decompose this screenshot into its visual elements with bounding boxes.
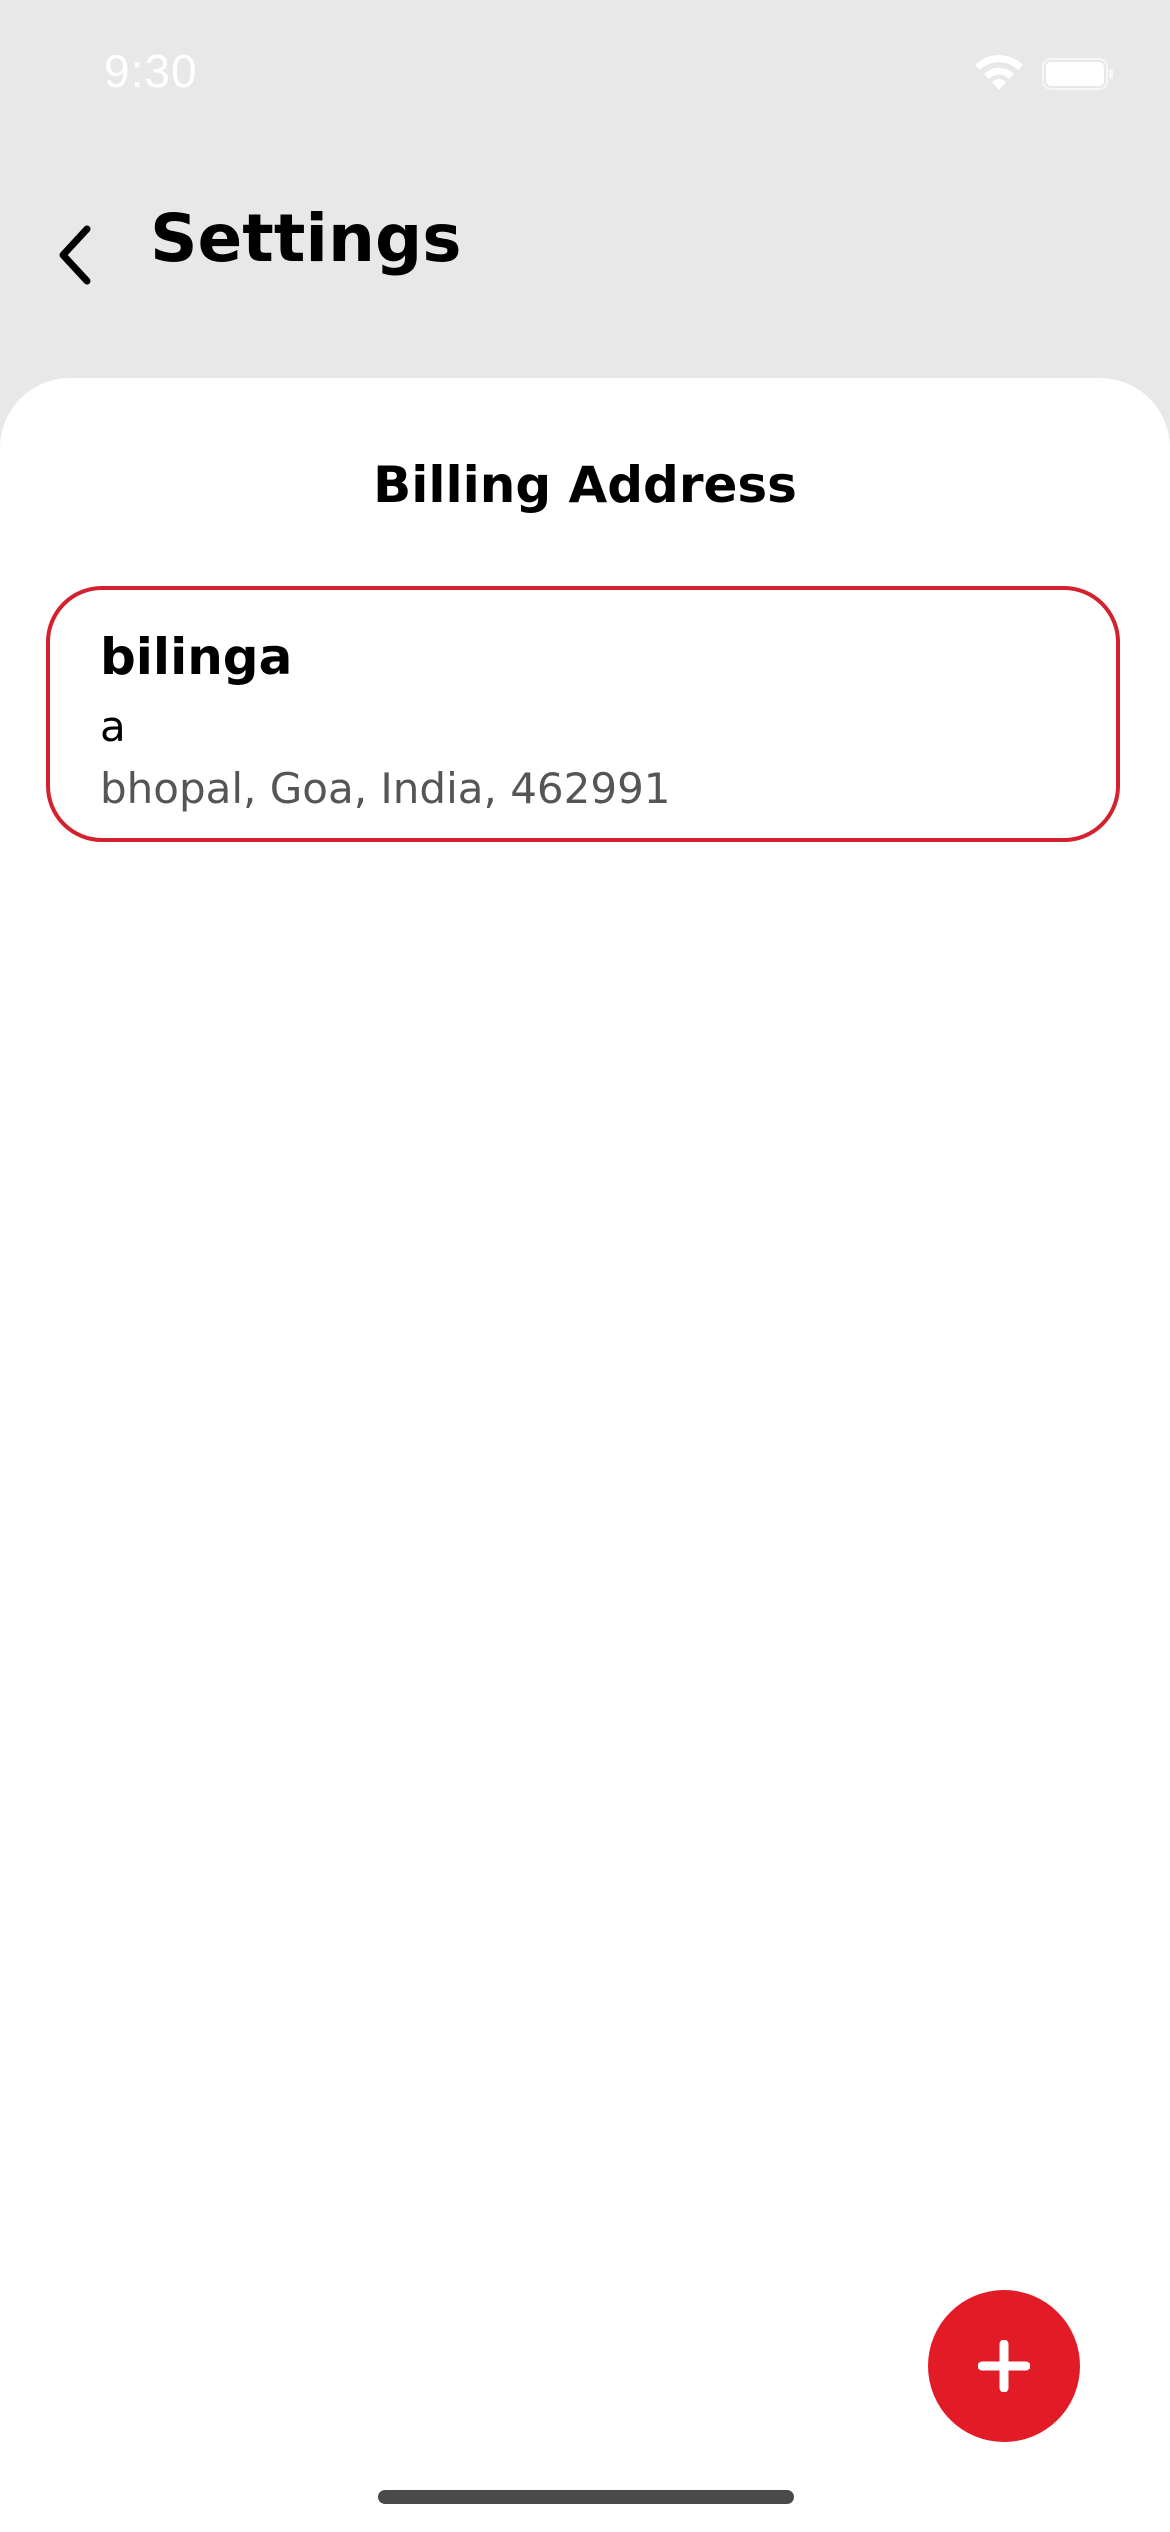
address-name: bilinga bbox=[100, 628, 293, 686]
wifi-icon bbox=[975, 55, 1023, 90]
plus-icon bbox=[978, 2340, 1030, 2392]
header: Settings bbox=[0, 150, 1170, 380]
battery-icon bbox=[1042, 58, 1113, 90]
address-card[interactable]: bilinga a bhopal, Goa, India, 462991 bbox=[46, 586, 1120, 842]
address-line2: bhopal, Goa, India, 462991 bbox=[100, 764, 671, 813]
add-address-button[interactable] bbox=[928, 2290, 1080, 2442]
status-time: 9:30 bbox=[104, 45, 198, 97]
address-line1: a bbox=[100, 702, 126, 751]
page-title: Settings bbox=[150, 200, 462, 277]
back-button[interactable] bbox=[40, 210, 110, 300]
content-card: Billing Address bilinga a bhopal, Goa, I… bbox=[0, 378, 1170, 2532]
chevron-left-icon bbox=[59, 225, 91, 285]
section-title: Billing Address bbox=[373, 456, 797, 514]
status-bar: 9:30 bbox=[0, 0, 1170, 150]
settings-screen: 9:30 Settings Billing Address bilinga a … bbox=[0, 0, 1170, 2532]
home-indicator bbox=[378, 2490, 794, 2504]
